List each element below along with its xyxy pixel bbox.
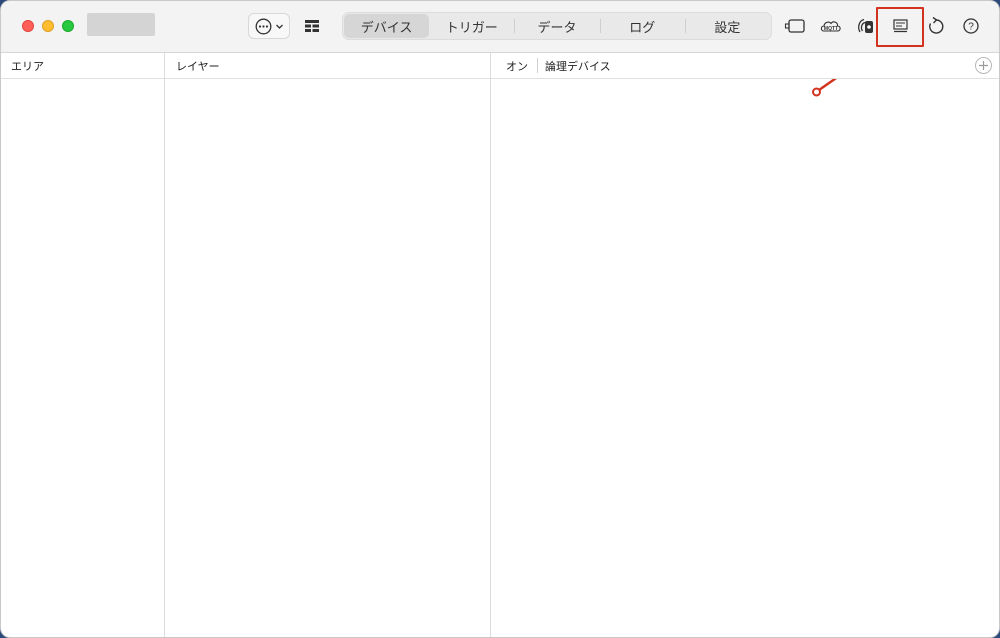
broadcast-icon [858, 18, 873, 33]
device-window-button[interactable] [784, 15, 806, 37]
tab-settings[interactable]: 設定 [684, 14, 770, 38]
layer-list [165, 79, 490, 637]
close-window-button[interactable] [22, 20, 34, 32]
area-column-header: エリア [1, 53, 165, 79]
minimize-window-button[interactable] [42, 20, 54, 32]
logical-device-column-label[interactable]: 論理デバイス [545, 58, 611, 74]
add-device-button[interactable] [975, 57, 992, 74]
area-list [1, 79, 164, 637]
device-column-header: オン 論理デバイス [491, 53, 999, 79]
mqtt-cloud-icon: MQTT [820, 21, 841, 32]
column-separator [537, 58, 538, 73]
area-column-label: エリア [11, 59, 44, 73]
layer-column-label: レイヤー [176, 59, 220, 73]
table-layout-icon [305, 20, 319, 32]
device-window-icon [784, 19, 805, 33]
annotation-highlight-box [876, 7, 924, 47]
tab-data[interactable]: データ [514, 14, 599, 38]
more-menu-button[interactable] [248, 13, 290, 39]
mqtt-label: MQTT [824, 26, 838, 32]
main-tab-control: デバイス トリガー データ ログ 設定 [342, 12, 772, 40]
on-column-label[interactable]: オン [506, 58, 528, 74]
layer-column-header: レイヤー [165, 53, 491, 79]
mqtt-button[interactable]: MQTT [819, 15, 843, 37]
refresh-button[interactable] [925, 15, 947, 37]
tab-triggers[interactable]: トリガー [429, 14, 514, 38]
ellipsis-circle-icon [255, 18, 271, 34]
help-button[interactable]: ? [960, 15, 982, 37]
tab-log[interactable]: ログ [599, 14, 685, 38]
help-icon: ? [963, 18, 979, 34]
table-layout-button[interactable] [304, 18, 320, 34]
chevron-down-icon [275, 24, 283, 29]
app-window: デバイス トリガー データ ログ 設定 MQTT ? エリア レイヤー オン 論… [0, 0, 1000, 638]
device-list [491, 79, 999, 637]
maximize-window-button[interactable] [62, 20, 74, 32]
refresh-icon [929, 16, 944, 34]
broadcast-button[interactable] [855, 15, 877, 37]
svg-text:?: ? [968, 22, 974, 33]
plus-icon [979, 61, 988, 70]
tab-devices[interactable]: デバイス [344, 14, 430, 38]
window-title-redacted [87, 13, 155, 36]
